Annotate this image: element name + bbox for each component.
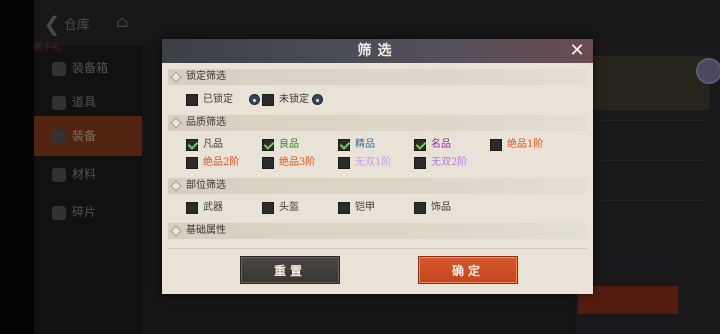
section-header-attr[interactable]: 基础属性 <box>168 223 587 239</box>
option-label: 饰品 <box>431 202 451 213</box>
checkbox[interactable] <box>262 202 274 214</box>
option-label: 铠甲 <box>355 202 375 213</box>
checkbox[interactable] <box>262 157 274 169</box>
checkbox[interactable] <box>338 139 350 151</box>
option-label: 头盔 <box>279 202 299 213</box>
option-label: 精品 <box>355 139 375 150</box>
option-label: 良品 <box>279 139 299 150</box>
option-label: 未锁定 <box>279 94 309 105</box>
option-label: 凡品 <box>203 139 223 150</box>
section-header-quality: 品质筛选 <box>168 115 587 131</box>
filter-quality-7[interactable]: 无双1阶 <box>338 156 408 170</box>
diamond-icon <box>170 117 182 129</box>
section-header-part: 部位筛选 <box>168 178 587 194</box>
section-label: 基础属性 <box>186 225 226 236</box>
filter-quality-8[interactable]: 无双2阶 <box>414 156 484 170</box>
option-label: 已锁定 <box>203 94 233 105</box>
section-label: 品质筛选 <box>186 117 226 128</box>
filter-dialog: 筛选 ✕ 锁定筛选 已锁定 未锁定 品质筛选 凡品 良品 精品 名品 绝品1阶 … <box>162 39 593 294</box>
checkbox[interactable] <box>186 202 198 214</box>
lock-icon <box>249 94 260 105</box>
filter-quality-4[interactable]: 绝品1阶 <box>490 138 570 152</box>
section-label: 部位筛选 <box>186 180 226 191</box>
checkbox[interactable] <box>414 202 426 214</box>
checkbox[interactable] <box>186 157 198 169</box>
checkbox[interactable] <box>186 94 198 106</box>
checkbox[interactable] <box>186 139 198 151</box>
checkbox[interactable] <box>414 139 426 151</box>
option-label: 名品 <box>431 139 451 150</box>
diamond-icon <box>170 71 182 83</box>
filter-quality-1[interactable]: 良品 <box>262 138 332 152</box>
option-label: 无双1阶 <box>355 157 392 168</box>
checkbox[interactable] <box>262 94 274 106</box>
section-label: 锁定筛选 <box>186 71 226 82</box>
option-label: 绝品1阶 <box>507 139 544 150</box>
checkbox[interactable] <box>338 157 350 169</box>
filter-quality-6[interactable]: 绝品3阶 <box>262 156 332 170</box>
filter-part-helmet[interactable]: 头盔 <box>262 201 332 215</box>
option-label: 绝品2阶 <box>203 157 240 168</box>
checkbox[interactable] <box>414 157 426 169</box>
option-label: 无双2阶 <box>431 157 468 168</box>
section-header-lock: 锁定筛选 <box>168 69 587 85</box>
checkbox[interactable] <box>490 139 502 151</box>
filter-unlocked[interactable]: 未锁定 <box>262 93 332 107</box>
filter-quality-0[interactable]: 凡品 <box>186 138 256 152</box>
confirm-button[interactable]: 确定 <box>418 256 518 284</box>
filter-part-accessory[interactable]: 饰品 <box>414 201 484 215</box>
checkbox[interactable] <box>338 202 350 214</box>
close-icon[interactable]: ✕ <box>567 41 587 61</box>
filter-part-armor[interactable]: 铠甲 <box>338 201 408 215</box>
diamond-icon <box>170 225 182 237</box>
option-label: 绝品3阶 <box>279 157 316 168</box>
footer-divider <box>168 248 587 249</box>
filter-quality-5[interactable]: 绝品2阶 <box>186 156 256 170</box>
filter-locked[interactable]: 已锁定 <box>186 93 260 107</box>
dialog-title: 筛选 <box>357 43 398 59</box>
checkbox[interactable] <box>262 139 274 151</box>
unlock-icon <box>312 94 323 105</box>
reset-button[interactable]: 重置 <box>240 256 340 284</box>
dialog-body: 锁定筛选 已锁定 未锁定 品质筛选 凡品 良品 精品 名品 绝品1阶 绝品2阶 … <box>168 63 587 248</box>
option-label: 武器 <box>203 202 223 213</box>
filter-part-weapon[interactable]: 武器 <box>186 201 256 215</box>
diamond-icon <box>170 180 182 192</box>
filter-quality-3[interactable]: 名品 <box>414 138 484 152</box>
filter-quality-2[interactable]: 精品 <box>338 138 408 152</box>
